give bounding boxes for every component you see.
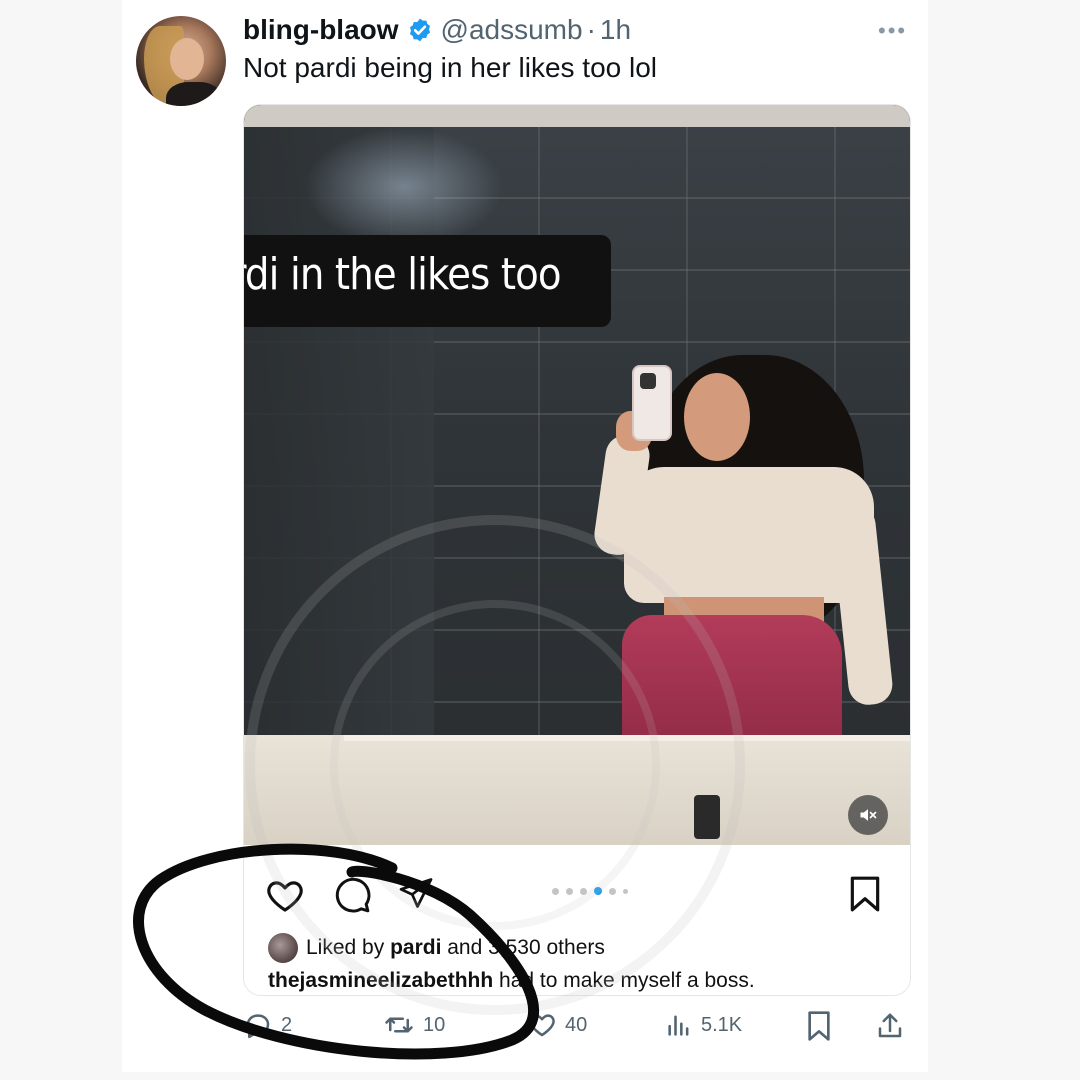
liked-prefix: Liked by bbox=[306, 936, 391, 959]
display-name[interactable]: bling-blaow bbox=[243, 14, 399, 46]
reply-button[interactable]: 2 bbox=[243, 1010, 292, 1040]
tweet-header: bling-blaow @adssumb · 1h bbox=[243, 12, 631, 48]
mute-icon[interactable] bbox=[848, 795, 888, 835]
views-count: 5.1K bbox=[701, 1013, 743, 1036]
tweet-action-bar: 2 10 40 5.1K bbox=[243, 1010, 911, 1050]
views-button[interactable]: 5.1K bbox=[665, 1010, 742, 1040]
instagram-post-footer: Liked by pardi and 3,530 others thejasmi… bbox=[244, 845, 910, 995]
bookmark-icon[interactable] bbox=[848, 875, 882, 913]
reply-icon bbox=[246, 1014, 270, 1039]
liker-avatar bbox=[268, 933, 298, 963]
views-icon bbox=[668, 1015, 689, 1036]
liked-suffix: and 3,530 others bbox=[441, 936, 605, 959]
avatar[interactable] bbox=[136, 16, 226, 106]
screenshot: bling-blaow @adssumb · 1h ••• Not pardi … bbox=[0, 0, 1080, 1080]
reply-count: 2 bbox=[281, 1013, 293, 1036]
bookmark-icon[interactable] bbox=[805, 1010, 833, 1042]
liked-user[interactable]: pardi bbox=[390, 936, 441, 959]
overlay-caption: Pardi in the likes too bbox=[244, 235, 611, 327]
retweet-count: 10 bbox=[423, 1013, 446, 1036]
like-count: 40 bbox=[565, 1013, 588, 1036]
like-button[interactable]: 40 bbox=[527, 1010, 587, 1040]
share-icon[interactable] bbox=[398, 875, 434, 911]
caption-user[interactable]: thejasmineelizabethhh bbox=[268, 969, 493, 992]
liked-by-row: Liked by pardi and 3,530 others bbox=[268, 933, 605, 963]
timestamp[interactable]: 1h bbox=[600, 14, 631, 46]
retweet-button[interactable]: 10 bbox=[383, 1010, 445, 1040]
caption-text: had to make myself a boss. bbox=[493, 969, 755, 992]
overlay-caption-text: Pardi in the likes too bbox=[244, 249, 562, 300]
instagram-caption: thejasmineelizabethhh had to make myself… bbox=[268, 969, 755, 993]
username[interactable]: @adssumb bbox=[441, 14, 583, 46]
share-icon[interactable] bbox=[875, 1010, 905, 1042]
mirror-selfie-photo bbox=[244, 105, 910, 845]
tweet-text: Not pardi being in her likes too lol bbox=[243, 52, 658, 83]
more-horizontal-icon[interactable]: ••• bbox=[878, 18, 907, 44]
heart-icon[interactable] bbox=[264, 875, 306, 917]
like-icon bbox=[529, 1014, 555, 1037]
retweet-icon bbox=[385, 1017, 413, 1033]
tweet-media[interactable]: Liked by pardi and 3,530 others thejasmi… bbox=[243, 104, 911, 996]
carousel-indicator bbox=[552, 887, 628, 895]
verified-badge-icon bbox=[409, 18, 430, 42]
separator-dot: · bbox=[586, 14, 596, 45]
comment-icon[interactable] bbox=[332, 875, 372, 915]
